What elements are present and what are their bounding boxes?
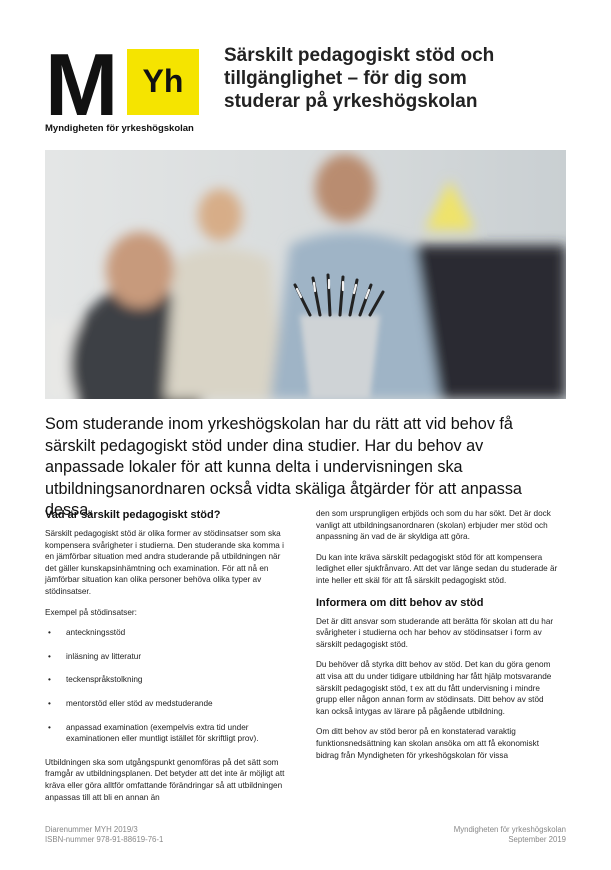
footer-date: September 2019 xyxy=(508,835,566,844)
support-examples-list: • anteckningsstöd • inläsning av litteratu… xyxy=(45,627,288,745)
title-line-1: Särskilt pedagogiskt stöd och xyxy=(224,45,495,66)
section-heading-what-is-support: Vad är särskilt pedagogiskt stöd? xyxy=(45,509,221,521)
logo-yellow-badge: Yh xyxy=(127,49,199,115)
right-column: den som ursprungligen erbjöds och som du… xyxy=(316,508,559,770)
left-paragraph-1: Särskilt pedagogiskt stöd är olika forme… xyxy=(45,529,284,596)
left-paragraph-2: Exempel på stödinsatser: xyxy=(45,607,137,617)
bullet-icon: • xyxy=(48,651,51,661)
list-item: • inläsning av litteratur xyxy=(48,651,142,661)
left-column: Vad är särskilt pedagogiskt stöd? Särski… xyxy=(45,508,288,812)
bullet-icon: • xyxy=(48,628,51,638)
hero-photo xyxy=(45,150,566,399)
footer-left: Diarenummer MYH 2019/3 ISBN-nummer 978-9… xyxy=(45,825,163,845)
right-paragraph-4: Du behöver då styrka ditt behov av stöd.… xyxy=(316,660,552,716)
right-paragraph-5: Om ditt behov av stöd beror på en konsta… xyxy=(316,727,540,760)
intro-paragraph: Som studerande inom yrkeshögskolan har d… xyxy=(45,415,522,519)
logo-badge-text: Yh xyxy=(142,63,184,99)
section-heading-inform: Informera om ditt behov av stöd xyxy=(316,596,484,609)
list-item: • anteckningsstöd xyxy=(48,628,126,638)
bullet-icon: • xyxy=(48,698,51,708)
left-paragraph-3: Utbildningen ska som utgångspunkt genomf… xyxy=(45,757,285,802)
list-item: • anpassad examination (exempelvis extra … xyxy=(48,722,259,744)
list-item: • mentorstöd eller stöd av medstuderande xyxy=(48,698,213,708)
right-paragraph-3: Det är ditt ansvar som studerande att be… xyxy=(316,616,554,649)
footer-publisher: Myndigheten för yrkeshögskolan xyxy=(453,825,566,834)
footer-diarienummer: Diarenummer MYH 2019/3 xyxy=(45,825,138,834)
footer-right: Myndigheten för yrkeshögskolan September… xyxy=(400,825,566,845)
title-line-3: studerar på yrkeshögskolan xyxy=(224,91,478,112)
bullet-icon: • xyxy=(48,675,51,685)
photo-illustration xyxy=(45,150,566,399)
right-paragraph-2: Du kan inte kräva särskilt pedagogiskt s… xyxy=(316,552,558,585)
myh-logo: M Yh Myndigheten för yrkeshögskolan xyxy=(45,35,200,135)
title-line-2: tillgänglighet – för dig som xyxy=(224,68,467,89)
page-title: Särskilt pedagogiskt stöd och tillgängli… xyxy=(224,44,554,113)
list-item: • teckenspråkstolkning xyxy=(48,675,143,685)
logo-letter-m: M xyxy=(45,35,118,134)
footer-isbn: ISBN-nummer 978-91-88619-76-1 xyxy=(45,835,164,844)
right-paragraph-1: den som ursprungligen erbjöds och som du… xyxy=(316,509,551,542)
bullet-icon: • xyxy=(48,722,51,732)
logo-caption: Myndigheten för yrkeshögskolan xyxy=(45,123,194,134)
